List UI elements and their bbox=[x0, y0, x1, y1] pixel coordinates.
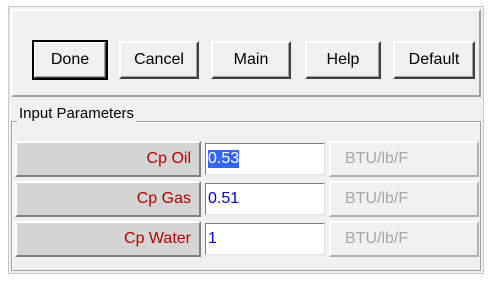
help-button[interactable]: Help bbox=[305, 41, 381, 79]
cp-water-label: Cp Water bbox=[15, 221, 201, 257]
cp-gas-unit: BTU/lb/F bbox=[329, 181, 479, 217]
cp-gas-field[interactable]: 0.51 bbox=[205, 183, 325, 215]
cp-oil-value: 0.53 bbox=[208, 150, 240, 168]
param-row-cp-oil: Cp Oil 0.53 BTU/lb/F bbox=[15, 141, 481, 177]
cp-water-field[interactable]: 1 bbox=[205, 223, 325, 255]
done-button[interactable]: Done bbox=[32, 40, 108, 80]
param-row-cp-water: Cp Water 1 BTU/lb/F bbox=[15, 221, 481, 257]
input-parameters-title: Input Parameters bbox=[17, 105, 137, 123]
cp-gas-value: 0.51 bbox=[208, 190, 240, 207]
main-button[interactable]: Main bbox=[211, 41, 291, 79]
toolbar-panel: Done Cancel Main Help Default bbox=[11, 9, 481, 97]
param-row-cp-gas: Cp Gas 0.51 BTU/lb/F bbox=[15, 181, 481, 217]
cp-oil-field[interactable]: 0.53 bbox=[205, 143, 325, 175]
cp-oil-unit: BTU/lb/F bbox=[329, 141, 479, 177]
cp-water-unit: BTU/lb/F bbox=[329, 221, 479, 257]
cp-gas-label: Cp Gas bbox=[15, 181, 201, 217]
dialog-window: Done Cancel Main Help Default Input Para… bbox=[8, 6, 484, 274]
cancel-button[interactable]: Cancel bbox=[119, 41, 199, 79]
cp-water-value: 1 bbox=[208, 230, 217, 247]
cp-oil-label: Cp Oil bbox=[15, 141, 201, 177]
default-button[interactable]: Default bbox=[393, 41, 475, 79]
